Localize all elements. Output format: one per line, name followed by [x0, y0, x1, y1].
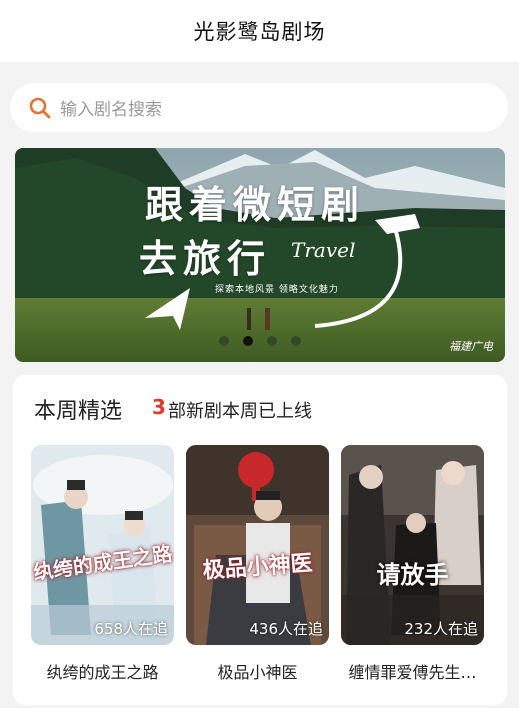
- section-subtitle: 部新剧本周已上线: [168, 401, 312, 422]
- drama-card[interactable]: 请放手 232人在追 缠情罪爱傅先生…: [341, 445, 484, 683]
- banner-subtitle: 探索本地风景 领略文化魅力: [215, 285, 339, 295]
- banner-pagination: [15, 336, 505, 346]
- banner-dot-active[interactable]: [243, 336, 253, 346]
- banner-headline: 跟着微短剧 去旅行: [139, 178, 366, 286]
- banner-dot[interactable]: [219, 336, 229, 346]
- new-count: 3: [152, 395, 166, 419]
- drama-poster[interactable]: 纨绔的成王之路 658人在追: [31, 445, 174, 645]
- banner-dot[interactable]: [267, 336, 277, 346]
- section-title: 本周精选: [34, 399, 123, 424]
- follow-count: 436人在追: [249, 620, 323, 638]
- banner-dot[interactable]: [291, 336, 301, 346]
- page-title: 光影鹭岛剧场: [193, 20, 326, 44]
- follow-count: 658人在追: [94, 620, 168, 638]
- drama-card[interactable]: 极品小神医 436人在追 极品小神医: [186, 445, 329, 683]
- promo-banner[interactable]: 跟着微短剧 去旅行 Travel 探索本地风景 领略文化魅力 福建广电: [15, 148, 505, 362]
- drama-title[interactable]: 纨绔的成王之路: [31, 659, 174, 683]
- search-icon: [28, 96, 52, 120]
- drama-poster[interactable]: 极品小神医 436人在追: [186, 445, 329, 645]
- banner-travel-script: Travel: [291, 238, 356, 262]
- search-input[interactable]: 输入剧名搜索: [60, 95, 162, 120]
- poster-image: [341, 445, 484, 645]
- banner-line1: 跟着微短剧: [145, 182, 366, 227]
- weekly-picks-panel: 本周精选 3 部新剧本周已上线 纨绔的成王之路 658人在追 纨绔的成王之路 极…: [13, 375, 507, 705]
- drama-card[interactable]: 纨绔的成王之路 658人在追 纨绔的成王之路: [31, 445, 174, 683]
- drama-title[interactable]: 缠情罪爱傅先生…: [341, 659, 484, 683]
- drama-poster[interactable]: 请放手 232人在追: [341, 445, 484, 645]
- poster-title-art: 请放手: [376, 560, 449, 589]
- app-header: 光影鹭岛剧场: [0, 0, 519, 62]
- drama-title[interactable]: 极品小神医: [186, 659, 329, 683]
- follow-count: 232人在追: [404, 620, 478, 638]
- search-bar[interactable]: 输入剧名搜索: [10, 83, 508, 132]
